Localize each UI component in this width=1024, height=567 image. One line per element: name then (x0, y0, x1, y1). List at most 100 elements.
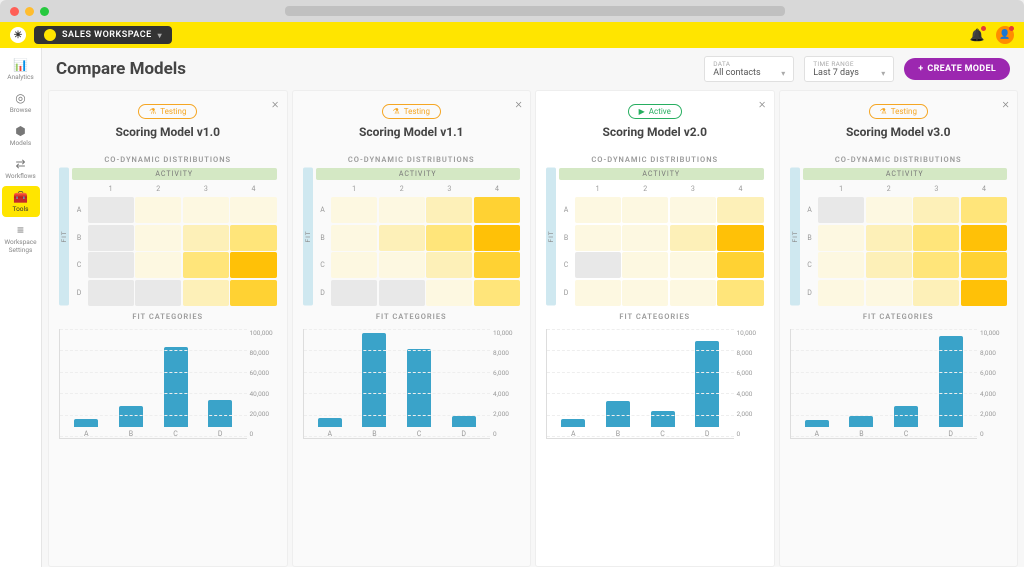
bar (74, 419, 98, 427)
bar-column: A (555, 419, 591, 438)
window-min-dot[interactable] (25, 7, 34, 16)
heatmap-cell (230, 252, 276, 278)
bar (849, 416, 873, 427)
bar-column: A (312, 418, 348, 438)
window-max-dot[interactable] (40, 7, 49, 16)
sidebar-item-workflows[interactable]: ⇄Workflows (2, 153, 40, 184)
heatmap-cell (183, 225, 229, 251)
heatmap-col-label: 3 (670, 182, 716, 196)
y-tick: 2,000 (737, 410, 764, 418)
brand-logo-icon[interactable]: ☀ (10, 27, 26, 43)
sidebar-item-workspace-settings[interactable]: ≡Workspace Settings (2, 219, 40, 258)
bar-column: A (799, 420, 835, 438)
status-icon: ⚗ (393, 107, 400, 116)
create-model-button[interactable]: + CREATE MODEL (904, 58, 1010, 80)
heatmap-cell (622, 197, 668, 223)
close-icon[interactable]: × (515, 97, 522, 112)
fit-axis-label: FIT (790, 168, 800, 306)
bar-chart: ABCD (59, 329, 247, 439)
heatmap-col-label: 4 (961, 182, 1007, 196)
sidebar-icon: 📊 (2, 58, 40, 72)
y-tick: 100,000 (250, 329, 277, 337)
sidebar-item-browse[interactable]: ◎Browse (2, 87, 40, 118)
url-bar[interactable] (285, 6, 785, 16)
sidebar-item-tools[interactable]: 🧰Tools (2, 186, 40, 217)
bar-x-label: D (461, 430, 466, 438)
y-tick: 10,000 (737, 329, 764, 337)
sidebar-icon: ⇄ (2, 157, 40, 171)
heatmap-col-label: 2 (622, 182, 668, 196)
model-name: Scoring Model v1.1 (303, 125, 521, 139)
heatmap-cell (575, 197, 621, 223)
bar-column: C (645, 411, 681, 438)
activity-axis-label: ACTIVITY (803, 168, 1008, 180)
heatmap-cell (88, 197, 134, 223)
heatmap-row-label: C (72, 252, 86, 278)
notifications-icon[interactable] (968, 26, 986, 44)
heatmap-col-label: 1 (575, 182, 621, 196)
heatmap-cell (622, 280, 668, 306)
heatmap-grid: 1234ABCD (316, 182, 521, 306)
heatmap-cell (818, 197, 864, 223)
y-tick: 20,000 (250, 410, 277, 418)
sidebar-icon: ≡ (2, 223, 40, 237)
data-filter[interactable]: DATA All contacts▾ (704, 56, 794, 82)
status-badge: ⚗Testing (138, 104, 197, 119)
heatmap-col-label: 3 (426, 182, 472, 196)
heatmap-cell (474, 280, 520, 306)
activity-axis-label: ACTIVITY (316, 168, 521, 180)
close-icon[interactable]: × (272, 97, 279, 112)
heatmap-row-label: A (72, 197, 86, 223)
bar (606, 401, 630, 427)
heatmap-col-label: 2 (379, 182, 425, 196)
heatmap-cell (913, 225, 959, 251)
user-avatar[interactable]: 👤 (996, 26, 1014, 44)
time-filter[interactable]: TIME RANGE Last 7 days▾ (804, 56, 894, 82)
heatmap-col-label: 4 (230, 182, 276, 196)
workspace-selector[interactable]: SALES WORKSPACE ▾ (34, 26, 172, 44)
window-close-dot[interactable] (10, 7, 19, 16)
y-tick: 6,000 (737, 369, 764, 377)
heatmap-cell (426, 197, 472, 223)
y-tick: 0 (980, 430, 1007, 438)
heatmap-cell (379, 280, 425, 306)
heatmap-row-label: C (559, 252, 573, 278)
heatmap-cell (670, 197, 716, 223)
bars-title: FIT CATEGORIES (546, 312, 764, 321)
close-icon[interactable]: × (1002, 97, 1009, 112)
heatmap-grid: 1234ABCD (72, 182, 277, 306)
filter-label: TIME RANGE (813, 60, 885, 68)
sidebar-item-models[interactable]: ⬢Models (2, 120, 40, 151)
heatmap-grid: 1234ABCD (803, 182, 1008, 306)
heatmap-row-label: C (803, 252, 817, 278)
workspace-label: SALES WORKSPACE (62, 30, 152, 40)
bar-x-label: C (660, 430, 665, 438)
bar-column: B (357, 333, 393, 438)
heatmap-cell (230, 280, 276, 306)
y-tick: 10,000 (493, 329, 520, 337)
bar-column: A (68, 419, 104, 438)
bar (695, 341, 719, 427)
bar-x-label: D (705, 430, 710, 438)
heatmap-col-label: 3 (183, 182, 229, 196)
bar-x-label: B (372, 430, 376, 438)
close-icon[interactable]: × (759, 97, 766, 112)
bar (318, 418, 342, 427)
bar-x-label: A (815, 430, 820, 438)
heatmap-col-label: 1 (88, 182, 134, 196)
top-nav: ☀ SALES WORKSPACE ▾ 👤 (0, 22, 1024, 48)
heatmap-cell (961, 197, 1007, 223)
heatmap-cell (717, 225, 763, 251)
bars-title: FIT CATEGORIES (303, 312, 521, 321)
bar-x-label: C (417, 430, 422, 438)
bar-column: C (158, 347, 194, 438)
heatmap-cell (961, 252, 1007, 278)
heatmap-col-label: 1 (818, 182, 864, 196)
status-badge: ▶Active (628, 104, 682, 119)
heatmap-cell (183, 280, 229, 306)
sidebar-item-analytics[interactable]: 📊Analytics (2, 54, 40, 85)
heatmap-title: CO-DYNAMIC DISTRIBUTIONS (790, 155, 1008, 164)
bar (894, 406, 918, 427)
bar-x-label: A (84, 430, 89, 438)
heatmap-cell (670, 252, 716, 278)
